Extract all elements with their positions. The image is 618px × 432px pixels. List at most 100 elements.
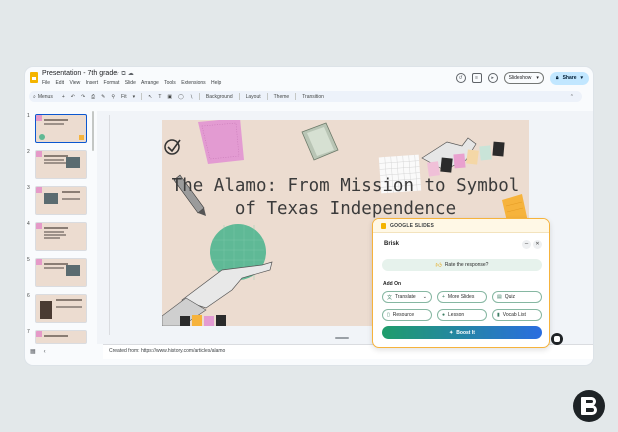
check-circle-sticker bbox=[164, 139, 181, 155]
pink-paper-sticker bbox=[198, 120, 244, 164]
thumb-decoration bbox=[36, 115, 42, 121]
notes-resize-handle[interactable] bbox=[335, 337, 349, 339]
slides-icon bbox=[381, 223, 386, 229]
chevron-down-icon[interactable]: ▾ bbox=[580, 75, 583, 81]
thumb-decoration bbox=[79, 135, 84, 140]
cloud-status-icon[interactable]: ☁ bbox=[128, 71, 136, 77]
redo-icon[interactable]: ↷ bbox=[81, 94, 85, 100]
chevron-down-icon[interactable]: ⌄ bbox=[423, 294, 427, 300]
line-icon[interactable]: ∖ bbox=[190, 94, 193, 100]
share-button[interactable]: 🔒︎ Share ▾ bbox=[549, 71, 589, 85]
slide-thumbnail-6[interactable] bbox=[35, 294, 87, 323]
thumb-title bbox=[62, 191, 80, 193]
menu-slide[interactable]: Slide bbox=[125, 80, 136, 86]
menu-insert[interactable]: Insert bbox=[86, 80, 99, 86]
translate-icon: 文 bbox=[387, 294, 393, 301]
thumb-title bbox=[44, 155, 68, 157]
title-action-icons: ☆⧉☁ bbox=[114, 70, 136, 78]
slide-thumbnail-7[interactable] bbox=[35, 330, 87, 344]
comments-icon[interactable]: ≡ bbox=[471, 73, 482, 83]
slideshow-button[interactable]: Slideshow ▾ bbox=[503, 72, 544, 84]
brisk-title: Brisk bbox=[384, 241, 400, 247]
menu-tools[interactable]: Tools bbox=[164, 80, 176, 86]
image-icon[interactable]: ▣ bbox=[167, 94, 172, 100]
shape-icon[interactable]: ◯ bbox=[178, 94, 184, 100]
header-right-tools: ↺ ≡ ▸ Slideshow ▾ 🔒︎ Share ▾ bbox=[455, 71, 589, 85]
thumb-line bbox=[44, 267, 64, 269]
vertical-ruler bbox=[109, 115, 110, 335]
quiz-button[interactable]: ▤ Quiz bbox=[492, 291, 542, 303]
menu-arrange[interactable]: Arrange bbox=[141, 80, 159, 86]
minimize-icon[interactable]: – bbox=[522, 240, 531, 249]
background-button[interactable]: Background bbox=[206, 94, 233, 100]
slide-thumbnail-1[interactable] bbox=[35, 114, 87, 143]
thumb-title bbox=[44, 335, 68, 337]
version-history-icon[interactable]: ↺ bbox=[455, 73, 466, 83]
slide-number: 3 bbox=[27, 185, 30, 191]
select-cursor-icon[interactable]: ↖ bbox=[148, 94, 152, 100]
thumb-line bbox=[44, 234, 66, 236]
slide-thumbnail-2[interactable] bbox=[35, 150, 87, 179]
transition-button[interactable]: Transition bbox=[302, 94, 324, 100]
vocab-list-button[interactable]: ▮ Vocab List bbox=[492, 309, 542, 321]
close-icon[interactable]: ✕ bbox=[533, 240, 542, 249]
title-bar: Presentation - 7th grade ☆⧉☁ File Edit V… bbox=[25, 67, 593, 89]
grid-view-icon[interactable]: ▦ bbox=[30, 349, 44, 355]
slide-title[interactable]: The Alamo: From Mission to Symbol of Tex… bbox=[162, 175, 529, 221]
layout-button[interactable]: Layout bbox=[246, 94, 261, 100]
slide-number: 7 bbox=[27, 329, 30, 335]
thumb-line bbox=[44, 162, 66, 164]
menus-search-label: Menus bbox=[37, 93, 53, 100]
menu-help[interactable]: Help bbox=[211, 80, 221, 86]
menu-view[interactable]: View bbox=[69, 80, 80, 86]
rate-response-bar[interactable]: 👍︎ Rate the response? bbox=[382, 259, 542, 271]
slide-number: 4 bbox=[27, 221, 30, 227]
zoom-icon[interactable]: ⚲ bbox=[111, 94, 115, 100]
brisk-launcher-icon[interactable] bbox=[551, 333, 563, 345]
resource-button[interactable]: ▯ Resource bbox=[382, 309, 432, 321]
zoom-chevron-icon[interactable]: ▾ bbox=[133, 94, 136, 100]
slide-thumbnail-4[interactable] bbox=[35, 222, 87, 251]
menu-edit[interactable]: Edit bbox=[55, 80, 64, 86]
slide-number: 1 bbox=[27, 113, 30, 119]
slides-logo-icon[interactable] bbox=[30, 72, 38, 83]
meet-icon[interactable]: ▸ bbox=[487, 73, 498, 83]
brisk-logo-icon bbox=[573, 390, 605, 422]
lesson-button[interactable]: ● Lesson bbox=[437, 309, 487, 321]
thumb-photo bbox=[66, 265, 80, 276]
more-slides-button[interactable]: + More Slides bbox=[437, 291, 487, 303]
translate-label: Translate bbox=[395, 294, 416, 300]
slide-thumbnail-5[interactable] bbox=[35, 258, 87, 287]
divider bbox=[295, 93, 297, 100]
paint-format-icon[interactable]: ✎ bbox=[101, 94, 105, 100]
zoom-select[interactable]: Fit bbox=[121, 94, 127, 100]
theme-button[interactable]: Theme bbox=[274, 94, 290, 100]
menu-file[interactable]: File bbox=[42, 80, 50, 86]
document-title[interactable]: Presentation - 7th grade bbox=[42, 70, 117, 77]
new-slide-icon[interactable]: + bbox=[62, 94, 65, 100]
thumb-title bbox=[56, 299, 82, 301]
menu-extensions[interactable]: Extensions bbox=[181, 80, 205, 86]
boost-it-button[interactable]: ✦ Boost It bbox=[382, 326, 542, 339]
collapse-toolbar-icon[interactable]: ⌃ bbox=[570, 94, 574, 100]
text-box-icon[interactable]: T bbox=[158, 94, 161, 100]
print-icon[interactable]: ⎙ bbox=[91, 94, 95, 100]
speaker-notes-text[interactable]: Created from: https://www.history.com/ar… bbox=[109, 348, 225, 354]
thumbs-up-icon[interactable]: 👍︎ bbox=[436, 261, 442, 269]
menu-format[interactable]: Format bbox=[104, 80, 120, 86]
divider bbox=[198, 93, 200, 100]
more-slides-label: More Slides bbox=[447, 294, 475, 300]
thumb-decoration bbox=[36, 223, 42, 229]
chevron-down-icon[interactable]: ▾ bbox=[536, 75, 539, 81]
translate-button[interactable]: 文 Translate ⌄ bbox=[382, 291, 432, 303]
collapse-filmstrip-icon[interactable]: ‹ bbox=[44, 349, 54, 355]
document-icon: ▯ bbox=[387, 312, 390, 318]
search-icon: ⌕ bbox=[33, 93, 36, 100]
divider bbox=[238, 93, 240, 100]
menus-search[interactable]: ⌕ Menus bbox=[33, 94, 53, 100]
filmstrip-scrollbar[interactable] bbox=[92, 111, 94, 151]
undo-icon[interactable]: ↶ bbox=[71, 94, 75, 100]
thumb-photo bbox=[66, 157, 80, 168]
slide-thumbnail-3[interactable] bbox=[35, 186, 87, 215]
quiz-icon: ▤ bbox=[497, 294, 502, 300]
